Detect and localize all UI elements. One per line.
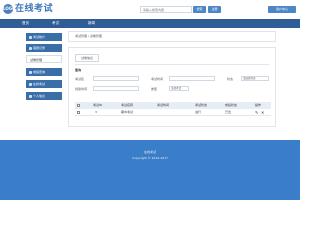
user-center-button[interactable]: 用户中心 bbox=[268, 6, 296, 13]
main-panel: 试卷信息 查询 考试名 考试时间 状态 请选择状态 创建时间 类型 全部考试 考… bbox=[68, 47, 276, 127]
status-select[interactable]: 请选择状态 bbox=[241, 76, 269, 81]
filter-title: 查询 bbox=[75, 68, 82, 72]
edit-icon bbox=[29, 82, 32, 86]
table-row: 3 期中考试 进行 已出 ✎ ✕ bbox=[75, 109, 271, 116]
site-title[interactable]: 在线考试 bbox=[15, 3, 53, 15]
site-logo[interactable]: LOGO bbox=[3, 4, 16, 14]
search-button[interactable]: 搜索 bbox=[193, 6, 206, 13]
status-select-value: 请选择状态 bbox=[243, 77, 256, 80]
breadcrumb: 考试管理 / 试卷管理 bbox=[68, 31, 276, 42]
sidebar-item-label: 考试统计 bbox=[33, 35, 46, 39]
tab-paper-info[interactable]: 试卷信息 bbox=[75, 54, 99, 62]
sidebar-item-label: 试卷管理 bbox=[30, 58, 43, 62]
column-header: 考试ID bbox=[93, 103, 103, 107]
user-icon bbox=[29, 94, 32, 98]
sidebar-item-exam-stats[interactable]: 考试统计 bbox=[26, 33, 62, 41]
footer-copyright: Copyright © 2016-2017 bbox=[132, 156, 168, 160]
delete-icon[interactable]: ✕ bbox=[261, 110, 264, 115]
column-header: 考试名称 bbox=[121, 103, 134, 107]
search-input[interactable] bbox=[140, 6, 192, 13]
exam-time-label: 考试时间 bbox=[151, 77, 164, 81]
nav-item-news[interactable]: 新闻 bbox=[88, 19, 95, 28]
breadcrumb-text: 考试管理 / 试卷管理 bbox=[75, 34, 102, 38]
create-time-label: 创建时间 bbox=[75, 87, 88, 91]
type-select-value: 全部考试 bbox=[171, 87, 182, 90]
nav-item-exam[interactable]: 考试 bbox=[52, 19, 59, 28]
table-header: 考试ID 考试名称 考试时间 考试状态 成绩状态 操作 bbox=[75, 102, 271, 109]
header: LOGO 在线考试 搜索 注册 用户中心 bbox=[0, 0, 300, 18]
divider bbox=[75, 64, 269, 65]
column-header: 操作 bbox=[255, 103, 262, 107]
register-button[interactable]: 注册 bbox=[208, 6, 221, 13]
type-select[interactable]: 全部考试 bbox=[169, 86, 189, 91]
edit-icon[interactable]: ✎ bbox=[255, 110, 258, 115]
list-icon bbox=[29, 46, 32, 50]
status-label: 状态 bbox=[227, 77, 234, 81]
sidebar-item-label: 个人信息 bbox=[33, 94, 46, 98]
chart-icon bbox=[29, 35, 32, 39]
search-icon bbox=[29, 70, 32, 74]
exam-time-input[interactable] bbox=[169, 76, 215, 81]
column-header: 考试状态 bbox=[195, 103, 208, 107]
cell-exam-id: 3 bbox=[95, 110, 97, 114]
main-nav: 首页 考试 新闻 bbox=[0, 19, 300, 28]
sidebar-item-profile[interactable]: 个人信息 bbox=[26, 92, 62, 100]
type-label: 类型 bbox=[151, 87, 158, 91]
footer-title: 在线考试 bbox=[143, 150, 156, 154]
sidebar-item-label: 成绩查询 bbox=[33, 70, 46, 74]
create-time-input[interactable] bbox=[93, 86, 139, 91]
column-header: 成绩状态 bbox=[225, 103, 238, 107]
sidebar-item-online-exam[interactable]: 在线考试 bbox=[26, 80, 62, 88]
column-header: 考试时间 bbox=[157, 103, 170, 107]
sidebar-item-paper-manage[interactable]: 试卷管理 bbox=[26, 55, 62, 63]
select-all-checkbox[interactable] bbox=[77, 104, 80, 107]
sidebar-item-wrong-answers[interactable]: 错题记录 bbox=[26, 44, 62, 52]
sidebar-item-score-query[interactable]: 成绩查询 bbox=[26, 68, 62, 76]
sidebar-item-label: 错题记录 bbox=[33, 46, 46, 50]
exam-name-input[interactable] bbox=[93, 76, 139, 81]
sidebar-item-label: 在线考试 bbox=[33, 82, 46, 86]
row-checkbox[interactable] bbox=[77, 111, 80, 114]
cell-score-status: 已出 bbox=[225, 110, 232, 114]
exam-name-label: 考试名 bbox=[75, 77, 85, 81]
nav-item-home[interactable]: 首页 bbox=[22, 19, 29, 28]
cell-exam-name: 期中考试 bbox=[121, 110, 134, 114]
cell-exam-status: 进行 bbox=[195, 110, 202, 114]
footer: 在线考试 Copyright © 2016-2017 bbox=[0, 140, 300, 200]
